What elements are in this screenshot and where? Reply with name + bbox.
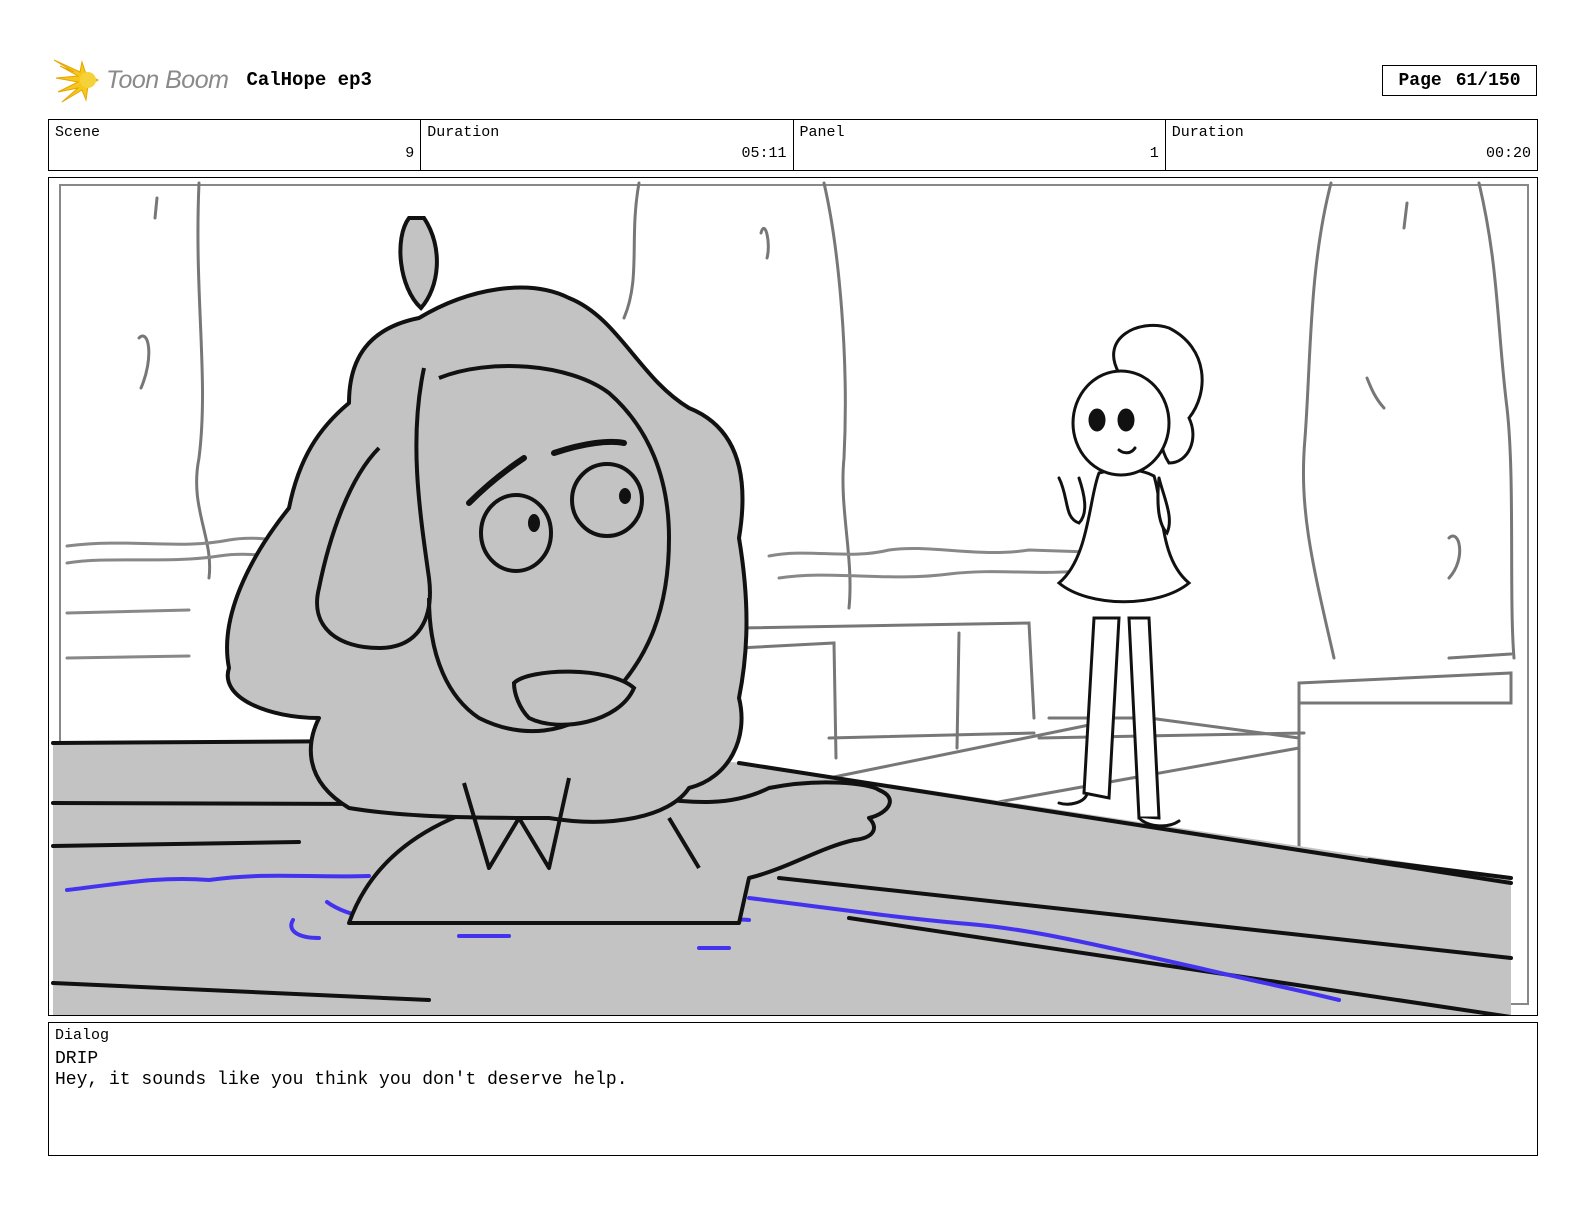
- scene-duration-value: 05:11: [741, 145, 787, 162]
- scene-label: Scene: [55, 124, 101, 141]
- panel-label: Panel: [799, 124, 845, 141]
- project-title: CalHope ep3: [246, 69, 372, 91]
- scene-value: 9: [405, 145, 415, 162]
- page-label: Page: [1398, 70, 1442, 91]
- scene-cell: Scene 9: [49, 120, 422, 170]
- hope-character: [1056, 323, 1204, 828]
- scene-duration-label: Duration: [427, 124, 500, 141]
- dialog-box: Dialog DRIP Hey, it sounds like you thin…: [48, 1022, 1538, 1156]
- panel-value: 1: [1149, 145, 1159, 162]
- page-indicator: Page 61/150: [1382, 65, 1537, 96]
- dialog-label: Dialog: [55, 1027, 110, 1044]
- dialog-speaker: DRIP: [55, 1049, 99, 1069]
- panel-duration-label: Duration: [1171, 124, 1244, 141]
- toon-boom-logo: Toon Boom: [52, 56, 229, 104]
- panel-duration-value: 00:20: [1485, 145, 1531, 162]
- header: Toon Boom CalHope ep3: [52, 56, 372, 104]
- dialog-line: Hey, it sounds like you think you don't …: [55, 1070, 628, 1090]
- info-row: Scene 9 Duration 05:11 Panel 1 Duration …: [48, 119, 1538, 171]
- storyboard-panel-image: [48, 177, 1538, 1016]
- starburst-icon: [53, 59, 100, 103]
- storyboard-drawing: [51, 181, 1529, 1015]
- page-value: 61/150: [1455, 70, 1521, 91]
- panel-cell: Panel 1: [794, 120, 1166, 170]
- panel-duration-cell: Duration 00:20: [1166, 120, 1537, 170]
- logo-text: Toon Boom: [106, 65, 229, 94]
- scene-duration-cell: Duration 05:11: [421, 120, 794, 170]
